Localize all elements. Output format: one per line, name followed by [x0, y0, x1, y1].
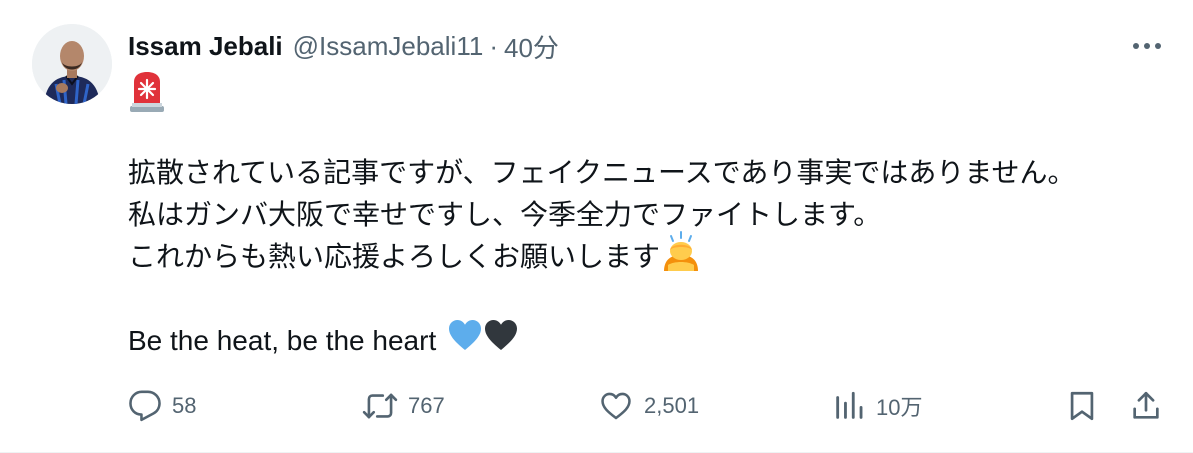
separator-dot: ·	[489, 30, 498, 61]
tweet-text: 拡散されている記事ですが、フェイクニュースであり事実ではありません。 私はガンバ…	[128, 152, 1076, 362]
action-bar: 58 767 2,501 10万	[128, 386, 1165, 426]
tweet-line-4-wrap: Be the heat, be the heart	[128, 320, 1076, 362]
avatar[interactable]	[32, 24, 112, 104]
reply-count: 58	[172, 393, 197, 418]
share-button[interactable]	[1129, 386, 1163, 426]
author-handle[interactable]: @IssamJebali11	[293, 31, 484, 62]
author-name[interactable]: Issam Jebali	[128, 31, 283, 62]
bookmark-button[interactable]	[1065, 386, 1099, 426]
repost-count: 767	[408, 393, 445, 418]
tweet-card[interactable]: Issam Jebali @IssamJebali11 · 40分 拡散されてい…	[0, 0, 1193, 453]
view-count: 10万	[876, 395, 923, 420]
black-heart-emoji	[484, 319, 518, 363]
views-button[interactable]: 10万	[832, 386, 922, 426]
timestamp[interactable]: 40分	[504, 28, 559, 65]
tweet-line-4: Be the heat, be the heart	[128, 325, 437, 356]
more-options-button[interactable]	[1129, 32, 1165, 60]
person-bowing-emoji	[662, 231, 700, 283]
reply-button[interactable]: 58	[128, 386, 196, 426]
blue-heart-emoji	[448, 319, 482, 363]
analytics-icon	[836, 391, 863, 419]
tweet-line-2: 私はガンバ大阪で幸せですし、今季全力でファイトします。	[128, 199, 882, 230]
more-dots-icon	[1133, 43, 1161, 49]
reply-icon	[129, 390, 161, 422]
avatar-photo	[32, 24, 112, 104]
tweet-line-1: 拡散されている記事ですが、フェイクニュースであり事実ではありません。	[128, 157, 1076, 188]
repost-button[interactable]: 767	[362, 386, 445, 426]
tweet-line-3: これからも熱い応援よろしくお願いします	[128, 241, 661, 272]
like-count: 2,501	[644, 393, 700, 418]
repost-icon	[362, 393, 398, 419]
tweet-header: Issam Jebali @IssamJebali11 · 40分	[128, 28, 559, 64]
like-button[interactable]: 2,501	[598, 386, 699, 426]
rotating-light-emoji	[128, 70, 166, 114]
tweet-line-3-wrap: これからも熱い応援よろしくお願いします	[128, 231, 1076, 278]
share-icon	[1133, 391, 1159, 419]
heart-icon	[601, 392, 631, 420]
bookmark-icon	[1070, 391, 1094, 421]
